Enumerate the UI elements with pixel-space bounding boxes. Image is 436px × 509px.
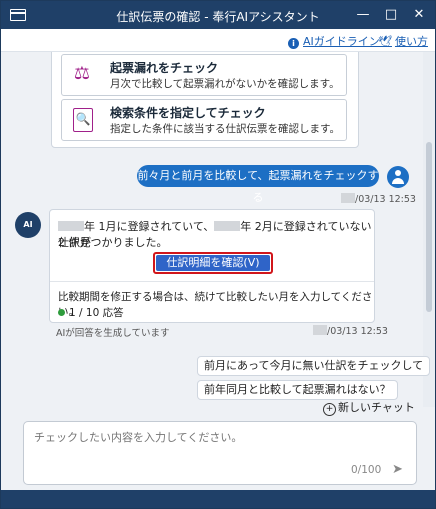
ai-guideline-label: AIガイドライン	[303, 35, 380, 48]
suggestion-chip[interactable]: 前月にあって今月に無い仕訳をチェックして	[197, 356, 431, 376]
divider	[50, 281, 374, 282]
send-icon[interactable]: ➤	[392, 462, 408, 477]
option-title: 検索条件を指定してチェック	[110, 106, 266, 120]
ai-guideline-link[interactable]: i AIガイドライン	[288, 33, 380, 49]
ai-response: 年 1月に登録されていて、年 2月に登録されていない仕訳が 2 件見つかりました…	[49, 209, 375, 323]
ai-message-time: /03/13 12:53	[313, 325, 388, 337]
title-bar: 仕訳伝票の確認 - 奉行AIアシスタント — □ ✕	[1, 1, 435, 29]
scrollbar[interactable]	[423, 52, 435, 407]
option-missing-entry-check[interactable]: ⚖ 起票漏れをチェック 月次で比較して起票漏れがないかを確認します。	[61, 54, 347, 96]
response-count: 1 / 10 応答	[58, 305, 124, 320]
bird-icon: 🕊	[378, 35, 392, 48]
assistant-window: 仕訳伝票の確認 - 奉行AIアシスタント — □ ✕ i AIガイドライン 🕊 使い…	[0, 0, 436, 509]
option-title: 起票漏れをチェック	[110, 61, 219, 75]
suggestion-chip[interactable]: 前年同月と比較して起票漏れはない？	[197, 380, 398, 400]
document-search-icon: 🔍	[73, 108, 93, 132]
how-to-use-link[interactable]: 🕊 使い方	[378, 33, 428, 49]
message-input[interactable]	[32, 427, 406, 461]
minimize-button[interactable]: —	[349, 5, 377, 25]
info-icon: i	[288, 38, 299, 49]
scrollbar-thumb[interactable]	[426, 142, 432, 312]
status-dot-icon	[58, 309, 65, 316]
message-input-box: 0/100 ➤	[23, 421, 417, 485]
bottom-bar	[1, 490, 435, 508]
view-journal-details-button[interactable]: 仕訳明細を確認(V)	[153, 252, 273, 274]
ai-generating-notice: AIが回答を生成しています	[56, 328, 170, 339]
maximize-button[interactable]: □	[377, 5, 405, 25]
user-message: 前々月と前月を比較して、起票漏れをチェックする	[137, 165, 379, 204]
option-condition-check[interactable]: 🔍 検索条件を指定してチェック 指定した条件に該当する仕訳伝票を確認します。	[61, 99, 347, 141]
scale-icon: ⚖	[73, 63, 91, 84]
close-button[interactable]: ✕	[405, 5, 433, 25]
option-desc: 指定した条件に該当する仕訳伝票を確認します。	[110, 123, 340, 135]
ai-result-line2: 2 件見つかりました。	[58, 236, 168, 249]
how-to-use-label: 使い方	[394, 35, 428, 48]
toolbar: i AIガイドライン 🕊 使い方	[1, 29, 435, 52]
ai-avatar: AI	[15, 212, 41, 238]
char-counter: 0/100	[351, 464, 382, 476]
chat-area: ⚖ 起票漏れをチェック 月次で比較して起票漏れがないかを確認します。 🔍 検索条…	[1, 52, 423, 407]
user-message-time: /03/13 12:53	[341, 193, 416, 205]
option-desc: 月次で比較して起票漏れがないかを確認します。	[110, 78, 340, 90]
user-avatar	[387, 166, 409, 188]
plus-icon: +	[323, 403, 336, 416]
new-chat-button[interactable]: + 新しいチャット	[323, 399, 415, 416]
